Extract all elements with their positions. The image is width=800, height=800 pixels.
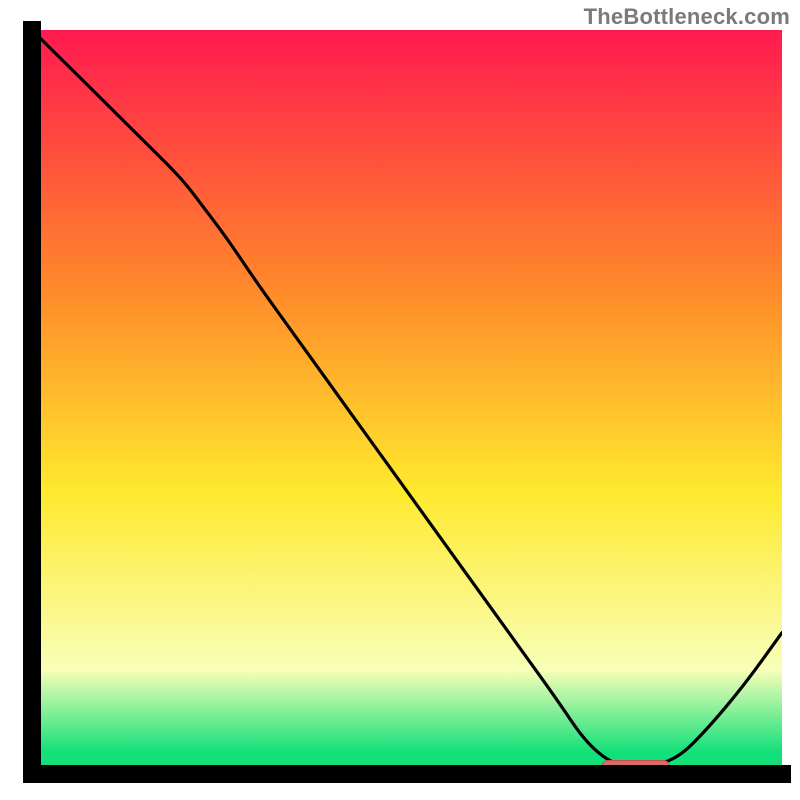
bottleneck-chart (0, 0, 800, 800)
chart-container: TheBottleneck.com (0, 0, 800, 800)
watermark-text: TheBottleneck.com (584, 4, 790, 30)
